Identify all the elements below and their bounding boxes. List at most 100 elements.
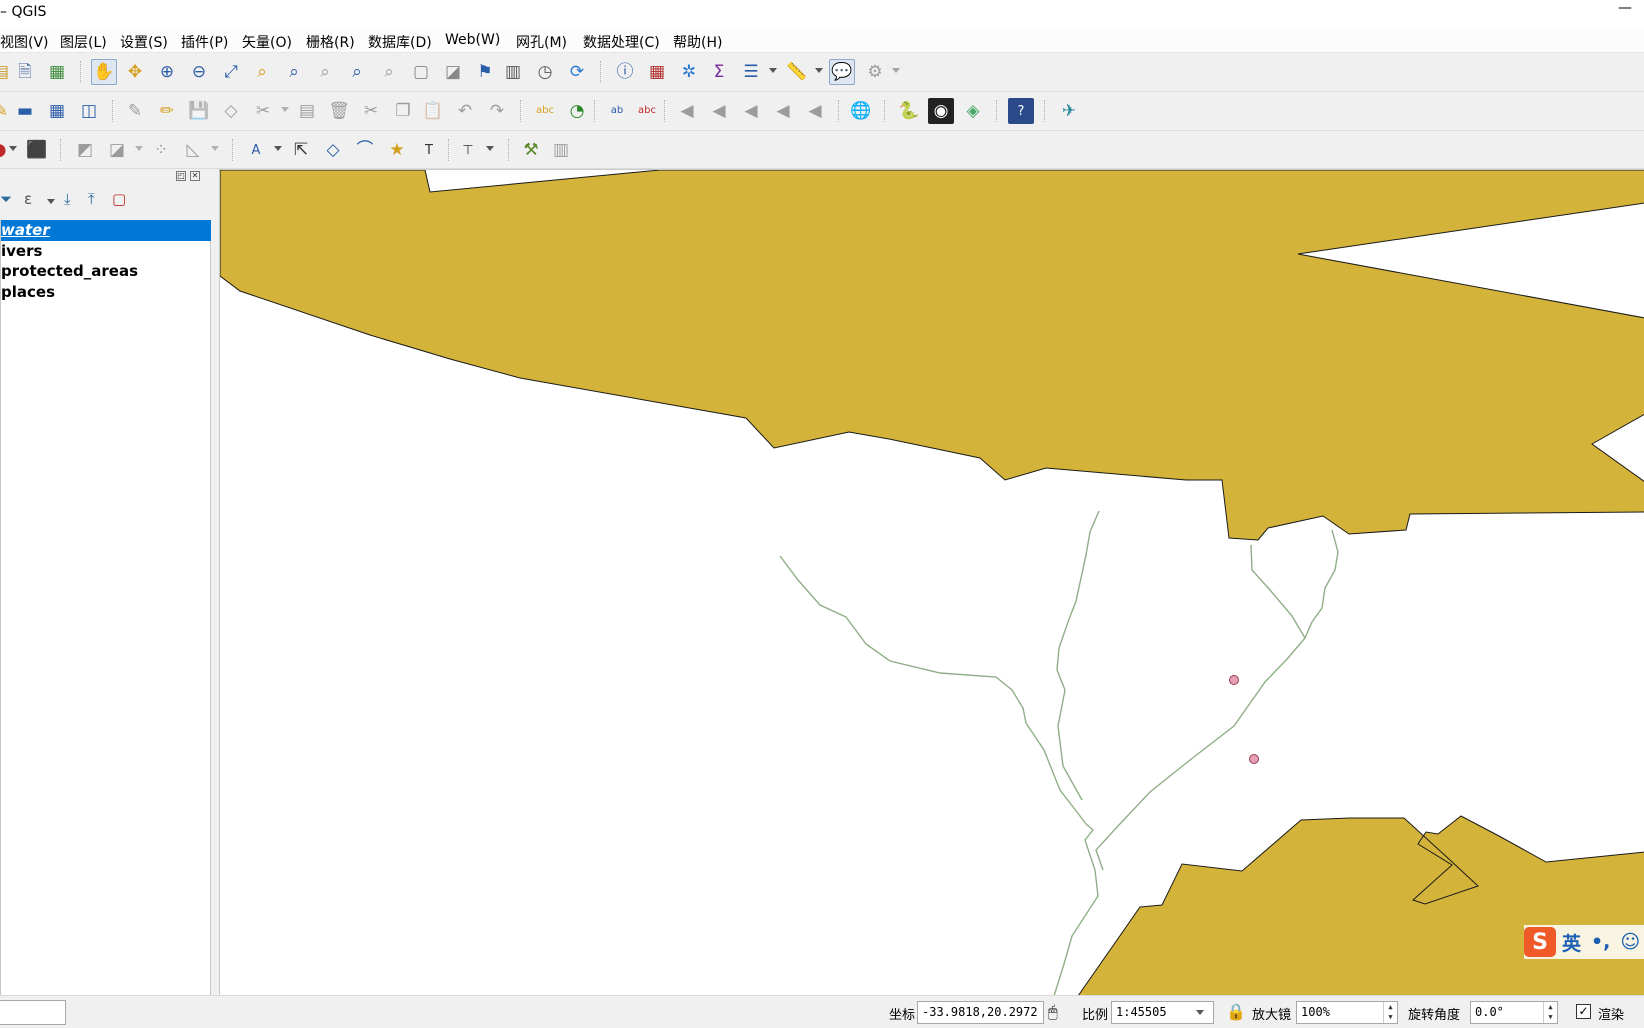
chevron-down-icon[interactable] (1196, 1010, 1204, 1015)
menu-raster[interactable]: 栅格(R) (306, 32, 355, 52)
refresh-icon[interactable]: ⟳ (564, 59, 590, 85)
select-annotation-icon[interactable]: ⇱ (288, 137, 314, 163)
layer-item[interactable]: protected_areas (1, 261, 211, 282)
remove-layer-icon[interactable]: ▢ (112, 190, 126, 208)
menu-database[interactable]: 数据库(D) (368, 32, 432, 52)
hide-label-icon[interactable]: abc (634, 98, 660, 124)
chevron-down-icon[interactable] (815, 68, 823, 73)
line-annotation-icon[interactable]: ⌒ (352, 137, 378, 163)
collapse-all-icon[interactable]: ⤒ (88, 190, 95, 208)
python-console-icon[interactable]: 🐍 (896, 98, 922, 124)
menu-view[interactable]: 视图(V) (0, 32, 49, 52)
pin-label-icon[interactable]: ab (604, 98, 630, 124)
place-point[interactable] (1229, 675, 1239, 685)
menu-processing[interactable]: 数据处理(C) (583, 32, 660, 52)
edit-pencil-icon[interactable]: ✎ (122, 98, 148, 124)
text-annotation-icon[interactable]: A (243, 137, 269, 163)
polygon-annotation-icon[interactable]: ◇ (320, 137, 346, 163)
menu-help[interactable]: 帮助(H) (673, 32, 722, 52)
temporal-controller-icon[interactable]: ◷ (532, 59, 558, 85)
spin-arrows-icon[interactable]: ▲ ▼ (1543, 1002, 1557, 1023)
grid-tool-icon[interactable]: ▥ (548, 137, 574, 163)
menu-web[interactable]: Web(W) (445, 32, 500, 48)
zoom-last-icon[interactable]: ⌕ (344, 59, 370, 85)
place-point[interactable] (1249, 754, 1259, 764)
open-table-icon[interactable]: ☰ (738, 59, 764, 85)
coordinate-field[interactable]: -33.9818,20.2972 (917, 1001, 1044, 1024)
map-canvas[interactable] (219, 169, 1644, 995)
label-move-icon[interactable]: ◀ (674, 98, 700, 124)
ime-indicator[interactable]: S 英 •, ☺ (1524, 925, 1644, 959)
filter-legend-icon[interactable]: ⏷ (0, 190, 12, 208)
delete-icon[interactable]: 🗑 (326, 98, 352, 124)
identify-features-icon[interactable]: ⓘ (612, 59, 638, 85)
zoom-to-layer-icon[interactable]: ⌕ (281, 59, 307, 85)
zoom-to-selection-icon[interactable]: ⌕ (249, 59, 275, 85)
merge-features-icon[interactable]: ◺ (180, 137, 206, 163)
menu-plugins[interactable]: 插件(P) (181, 32, 228, 52)
label-show-icon[interactable]: ◀ (770, 98, 796, 124)
style-manager-icon[interactable]: ▦ (44, 59, 70, 85)
menu-vector[interactable]: 矢量(O) (242, 32, 292, 52)
new-map-view-icon[interactable]: ▢ (408, 59, 434, 85)
minimize-button[interactable]: — (1618, 0, 1632, 16)
layer-item[interactable]: water (1, 220, 211, 241)
locator-search-input[interactable] (0, 1000, 66, 1025)
pan-map-icon[interactable]: ✋ (91, 59, 117, 85)
text-tool-icon[interactable]: ⊤ (455, 137, 481, 163)
label-tool-icon[interactable]: abc (532, 98, 558, 124)
save-edits-icon[interactable]: 💾 (186, 98, 212, 124)
offset-curve-icon[interactable]: ◪ (104, 137, 130, 163)
attribute-table-icon[interactable]: ▦ (644, 59, 670, 85)
select-features-icon[interactable]: ⬛ (24, 137, 50, 163)
cut-icon[interactable]: ✂ (358, 98, 384, 124)
globe-plugin-icon[interactable]: 🌐 (848, 98, 874, 124)
layer-item[interactable]: ivers (1, 241, 211, 262)
chevron-down-icon[interactable] (281, 107, 289, 112)
show-bookmarks-icon[interactable]: ▥ (500, 59, 526, 85)
chevron-down-icon[interactable] (9, 146, 17, 151)
modify-attributes-icon[interactable]: ✂ (250, 98, 276, 124)
filter-expression-icon[interactable]: ε (24, 190, 32, 208)
menu-layer[interactable]: 图层(L) (60, 32, 107, 52)
paste-icon[interactable]: 📋 (420, 98, 446, 124)
scale-combobox[interactable]: 1:45505 (1111, 1001, 1214, 1024)
chevron-down-icon[interactable] (769, 68, 777, 73)
lock-scale-icon[interactable]: 🔒 (1226, 1002, 1246, 1021)
processing-tool-icon[interactable]: ⚒ (518, 137, 544, 163)
zoom-in-icon[interactable]: ⊕ (154, 59, 180, 85)
redo-icon[interactable]: ↷ (484, 98, 510, 124)
toggle-editing-icon[interactable]: ✏ (154, 98, 180, 124)
new-3d-view-icon[interactable]: ◪ (440, 59, 466, 85)
undo-icon[interactable]: ↶ (452, 98, 478, 124)
render-checkbox[interactable]: ✓ (1576, 1004, 1591, 1019)
add-feature-icon[interactable]: ◇ (218, 98, 244, 124)
marker-annotation-icon[interactable]: ★ (384, 137, 410, 163)
statistics-sum-icon[interactable]: Σ (706, 59, 732, 85)
bookmark-icon[interactable]: ⚑ (472, 59, 498, 85)
zoom-native-icon[interactable]: ⌕ (312, 59, 338, 85)
zoom-out-icon[interactable]: ⊖ (186, 59, 212, 85)
current-edits-icon[interactable]: ▬ (12, 98, 38, 124)
point-text-icon[interactable]: T (416, 137, 442, 163)
chevron-down-icon[interactable] (211, 146, 219, 151)
chevron-down-icon[interactable] (274, 146, 282, 151)
spin-arrows-icon[interactable]: ▲ ▼ (1383, 1002, 1397, 1023)
float-panel-button[interactable]: ◰ (176, 171, 186, 181)
locate-icon[interactable]: ⚙ (862, 59, 888, 85)
georeferencer-icon[interactable]: ✈ (1056, 98, 1082, 124)
measure-line-icon[interactable]: 📏 (784, 59, 810, 85)
reshape-icon[interactable]: ◩ (72, 137, 98, 163)
layout-manager-icon[interactable]: 🗎 (12, 59, 38, 85)
label-property-icon[interactable]: ◀ (802, 98, 828, 124)
chevron-down-icon[interactable] (486, 146, 494, 151)
processing-toolbox-icon[interactable]: ◉ (928, 98, 954, 124)
expand-all-icon[interactable]: ⤓ (64, 190, 71, 208)
menu-settings[interactable]: 设置(S) (120, 32, 168, 52)
close-panel-button[interactable]: ✕ (190, 171, 200, 181)
help-contents-icon[interactable]: ? (1008, 98, 1034, 124)
magnifier-spinbox[interactable]: 100% ▲ ▼ (1296, 1001, 1398, 1024)
label-change-icon[interactable]: ◀ (738, 98, 764, 124)
rotation-spinbox[interactable]: 0.0° ▲ ▼ (1470, 1001, 1558, 1024)
settings-gear-icon[interactable]: ✲ (676, 59, 702, 85)
